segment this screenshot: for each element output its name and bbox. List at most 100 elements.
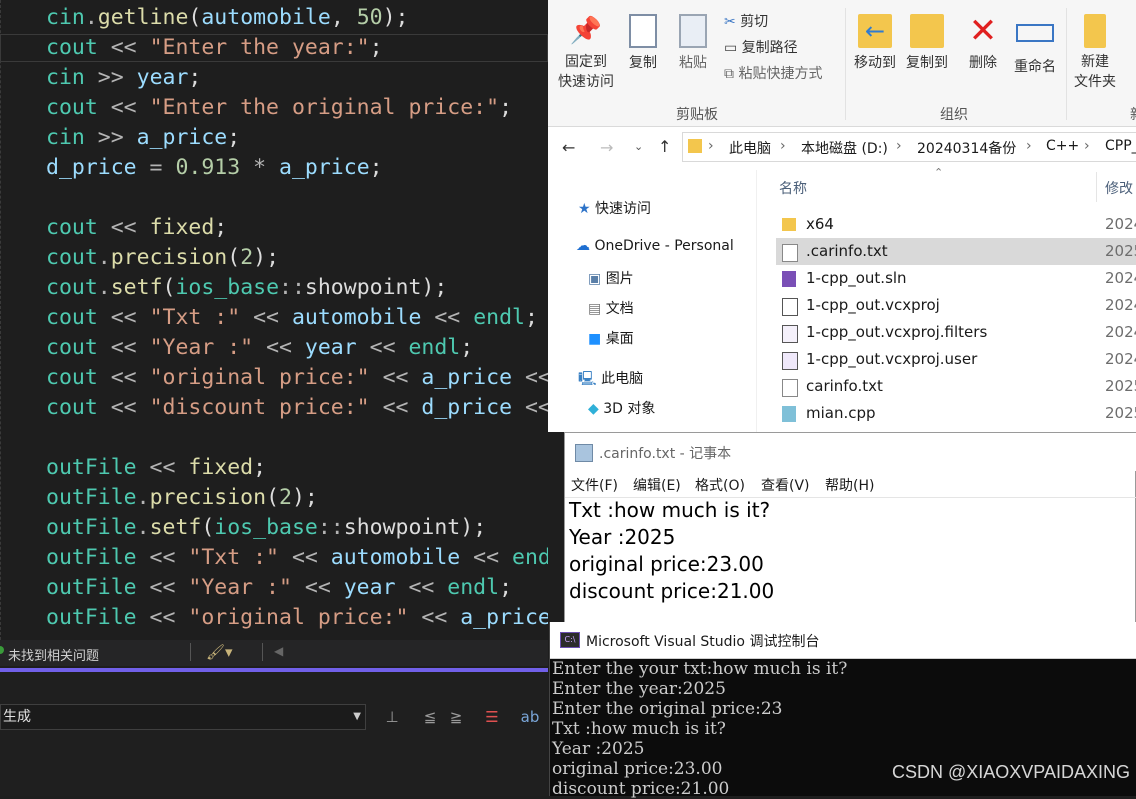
brush-icon[interactable]: 🖌▾ xyxy=(206,643,233,661)
code-token: 2 xyxy=(279,485,292,510)
nav-this-pc[interactable]: 🖳 此电脑 xyxy=(578,368,643,392)
file-row[interactable]: mian.cpp 2025 xyxy=(776,400,1136,427)
code-token: cout xyxy=(46,275,98,300)
code-token: precision xyxy=(149,485,267,510)
rename-button[interactable]: 重命名 xyxy=(1010,14,1060,76)
code-token: << xyxy=(369,395,422,420)
nav-onedrive[interactable]: ☁ OneDrive - Personal xyxy=(576,238,734,254)
editor-status-bar: 未找到相关问题 🖌▾ ◀ xyxy=(0,640,548,666)
breadcrumb-separator: › xyxy=(1084,138,1090,154)
move-to-button[interactable]: ← 移动到 xyxy=(850,14,900,72)
code-token: "discount price:" xyxy=(149,395,370,420)
copy-button[interactable]: 复制 xyxy=(622,14,664,72)
nav-desktop[interactable]: ■ 桌面 xyxy=(588,328,634,348)
scroll-left-icon[interactable]: ◀ xyxy=(274,644,283,658)
copy-to-button[interactable]: 复制到 xyxy=(902,14,952,72)
copy-folder-icon xyxy=(910,14,944,48)
nav-3d-objects[interactable]: ◆ 3D 对象 xyxy=(588,398,655,418)
console-line: Enter the year:2025 xyxy=(552,679,726,699)
ribbon-separator xyxy=(845,8,846,120)
code-token: << xyxy=(356,335,409,360)
breadcrumb-drive[interactable]: 本地磁盘 (D:) xyxy=(801,138,888,158)
chevron-down-icon: ▼ xyxy=(353,711,361,722)
paste-shortcut-button[interactable]: ⧉ 粘贴快捷方式 xyxy=(724,63,822,83)
breadcrumb-backup[interactable]: 20240314备份 xyxy=(917,138,1016,158)
rename-label: 重命名 xyxy=(1014,59,1056,75)
code-token: * xyxy=(240,155,280,180)
code-line: cout << "original price:" << a_price << xyxy=(46,363,548,393)
menu-edit[interactable]: 编辑(E) xyxy=(633,475,681,495)
menu-file[interactable]: 文件(F) xyxy=(571,475,618,495)
copy-label: 复制 xyxy=(629,55,657,71)
code-token: cout xyxy=(46,245,98,270)
file-row[interactable]: carinfo.txt 2025 xyxy=(776,373,1136,400)
column-header-modified[interactable]: 修改 xyxy=(1105,178,1133,198)
clear-all-icon[interactable]: ☰ xyxy=(482,707,502,727)
file-row[interactable]: 1-cpp_out.vcxproj 2024 xyxy=(776,292,1136,319)
file-row[interactable]: 1-cpp_out.sln 2024 xyxy=(776,265,1136,292)
code-token: << xyxy=(369,365,422,390)
next-message-icon[interactable]: ≧ xyxy=(446,707,466,727)
file-name: carinfo.txt xyxy=(806,377,883,395)
nav-pictures-label: 图片 xyxy=(605,271,634,287)
nav-desktop-label: 桌面 xyxy=(605,331,634,347)
code-token: ( xyxy=(201,515,215,540)
file-date: 2024 xyxy=(1105,296,1136,314)
breadcrumb-this-pc[interactable]: 此电脑 xyxy=(729,138,771,158)
menu-format[interactable]: 格式(O) xyxy=(695,475,745,495)
file-date: 2025 xyxy=(1105,242,1136,260)
menu-view[interactable]: 查看(V) xyxy=(761,475,810,495)
word-wrap-icon[interactable]: ab xyxy=(520,707,540,727)
breadcrumb-cpp[interactable]: C++ xyxy=(1046,138,1079,154)
console-titlebar[interactable]: C:\ Microsoft Visual Studio 调试控制台 xyxy=(550,622,1136,659)
code-token: << xyxy=(136,575,189,600)
copy-path-button[interactable]: ▭ 复制路径 xyxy=(724,37,798,57)
breadcrumb-project[interactable]: CPP_ xyxy=(1105,138,1136,154)
code-token: . xyxy=(84,5,98,30)
code-editor[interactable]: cin.getline(automobile, 50); cout << "Ent… xyxy=(0,0,548,640)
back-arrow-icon[interactable]: ← xyxy=(562,138,575,157)
code-token: cout xyxy=(46,95,98,120)
issues-status[interactable]: 未找到相关问题 xyxy=(8,645,99,664)
file-date: 2024 xyxy=(1105,350,1136,368)
file-row[interactable]: 1-cpp_out.vcxproj.user 2024 xyxy=(776,346,1136,373)
console-line: discount price:21.00 xyxy=(552,779,730,799)
output-source-select[interactable]: 生成 ▼ xyxy=(0,704,366,730)
new-folder-button[interactable]: 新建 文件夹 xyxy=(1070,14,1120,92)
code-token: automobile xyxy=(291,305,422,330)
shortcut-icon: ⧉ xyxy=(724,66,734,82)
cut-button[interactable]: ✂ 剪切 xyxy=(724,11,768,31)
solution-file-icon xyxy=(782,271,796,287)
code-token: "Year :" xyxy=(188,575,292,600)
code-token: outFile xyxy=(46,485,137,510)
nav-pictures[interactable]: ▣ 图片 xyxy=(588,268,634,288)
menu-help[interactable]: 帮助(H) xyxy=(825,475,874,495)
notepad-titlebar[interactable]: .carinfo.txt - 记事本 xyxy=(565,433,1136,471)
nav-3d-label: 3D 对象 xyxy=(603,401,656,417)
find-message-icon[interactable]: ⊥ xyxy=(382,707,402,727)
notepad-text-area[interactable]: Txt :how much is it? Year :2025 original… xyxy=(565,497,1136,633)
paste-button[interactable]: 粘贴 xyxy=(672,14,714,72)
pin-quick-access-button[interactable]: 📌 固定到 快速访问 xyxy=(556,14,616,92)
column-header-name[interactable]: 名称 xyxy=(779,178,807,198)
column-divider xyxy=(1096,172,1097,202)
delete-button[interactable]: ✕ 删除 xyxy=(962,14,1004,72)
console-line: Year :2025 xyxy=(552,739,645,759)
code-token: 50 xyxy=(356,5,383,30)
up-arrow-icon[interactable]: ↑ xyxy=(658,137,671,156)
recent-chevron-icon[interactable]: ⌄ xyxy=(634,140,643,153)
code-token: d_price xyxy=(46,155,137,180)
code-token: cin xyxy=(46,5,85,30)
file-date: 2024 xyxy=(1105,323,1136,341)
prev-message-icon[interactable]: ≦ xyxy=(420,707,440,727)
paste-icon xyxy=(679,14,707,48)
code-token: a_price xyxy=(421,365,513,390)
nav-quick-access[interactable]: ★ 快速访问 xyxy=(578,198,651,218)
file-row[interactable]: 1-cpp_out.vcxproj.filters 2024 xyxy=(776,319,1136,346)
forward-arrow-icon[interactable]: → xyxy=(600,138,613,157)
text-line: Txt :how much is it? xyxy=(569,498,771,522)
file-row-selected[interactable]: .carinfo.txt 2025 xyxy=(776,238,1136,265)
code-token: outFile xyxy=(46,545,137,570)
nav-documents[interactable]: ▤ 文档 xyxy=(588,298,634,318)
file-row[interactable]: x64 2024 xyxy=(776,211,1136,238)
